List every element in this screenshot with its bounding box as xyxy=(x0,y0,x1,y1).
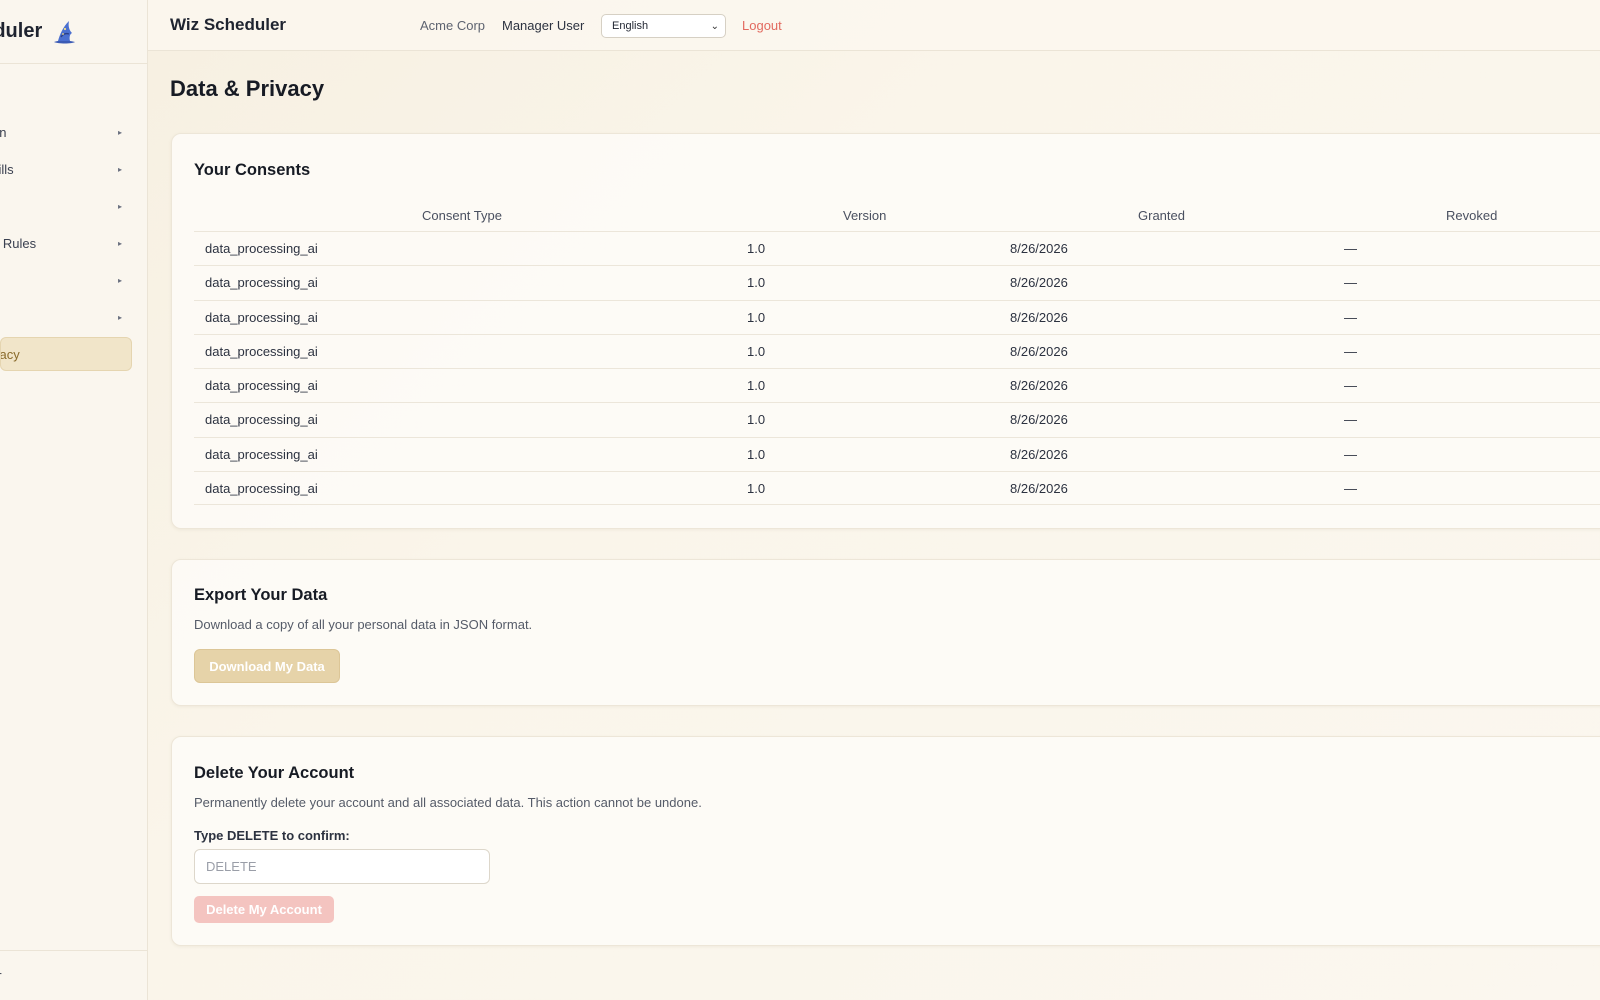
delete-title: Delete Your Account xyxy=(194,764,355,782)
export-description: Download a copy of all your personal dat… xyxy=(194,617,533,632)
granted-date-cell: 8/26/2026 xyxy=(1010,241,1068,256)
consent-type-cell: data_processing_ai xyxy=(205,481,318,497)
version-cell: 1.0 xyxy=(747,446,766,462)
app-title: Wiz Scheduler xyxy=(170,15,287,34)
revoked-cell: — xyxy=(1344,343,1357,359)
sidebar-item-6[interactable]: ▸ xyxy=(0,300,132,334)
user-name: Manager User xyxy=(502,17,585,33)
consents-table-header: Consent Type Version Granted Revoked xyxy=(194,206,1600,228)
version-cell: 1.0 xyxy=(747,378,766,394)
wizard-hat-icon xyxy=(54,20,76,43)
sidebar-item-5[interactable]: g▸ xyxy=(0,263,132,297)
granted-date-cell: 8/26/2026 xyxy=(1010,343,1068,359)
delete-account-card: Delete Your Account Permanently delete y… xyxy=(171,736,1600,946)
export-title: Export Your Data xyxy=(194,586,328,604)
sidebar-item-0[interactable]: d xyxy=(0,78,132,112)
consents-title: Your Consents xyxy=(194,161,311,179)
sidebar-item-label: kills xyxy=(0,161,14,177)
revoked-cell: — xyxy=(1344,446,1357,462)
column-header-revoked: Revoked xyxy=(1446,208,1498,223)
column-header-consent-type: Consent Type xyxy=(422,208,502,223)
sidebar-item-label: g Rules xyxy=(0,235,37,251)
sidebar-item-1[interactable]: on ▸ xyxy=(0,115,132,149)
caret-right-icon: ▸ xyxy=(117,201,122,211)
revoked-cell: — xyxy=(1344,378,1357,394)
granted-date-cell: 8/26/2026 xyxy=(1010,309,1068,325)
top-bar: Wiz Scheduler Acme Corp Manager User Eng… xyxy=(148,0,1600,51)
table-row: data_processing_ai 1.0 8/26/2026 — xyxy=(194,265,1600,299)
download-data-button[interactable]: Download My Data xyxy=(194,649,340,683)
revoked-cell: — xyxy=(1344,275,1357,291)
caret-right-icon: ▸ xyxy=(117,238,122,248)
granted-date-cell: 8/26/2026 xyxy=(1010,378,1068,394)
consents-card: Your Consents Consent Type Version Grant… xyxy=(171,133,1600,529)
language-select[interactable]: English ⌄ xyxy=(601,14,726,38)
column-header-granted: Granted xyxy=(1138,208,1185,223)
confirm-delete-label: Type DELETE to confirm: xyxy=(194,828,350,843)
sidebar-item-3[interactable]: ▸ xyxy=(0,189,132,223)
version-cell: 1.0 xyxy=(747,275,766,291)
sidebar-item-7[interactable]: vacy xyxy=(0,337,132,371)
version-cell: 1.0 xyxy=(747,309,766,325)
table-row: data_processing_ai 1.0 8/26/2026 — xyxy=(194,231,1600,265)
revoked-cell: — xyxy=(1344,481,1357,497)
sidebar-footer[interactable]: er xyxy=(0,950,148,1000)
sidebar-item-label: on xyxy=(0,124,7,140)
sidebar-item-4[interactable]: g Rules ▸ xyxy=(0,226,132,260)
sidebar-footer-label: er xyxy=(0,968,2,983)
granted-date-cell: 8/26/2026 xyxy=(1010,412,1068,428)
consent-type-cell: data_processing_ai xyxy=(205,309,318,325)
sidebar: heduler don▸kills▸▸g Rules▸g▸▸vacy er xyxy=(0,0,148,1000)
version-cell: 1.0 xyxy=(747,241,766,256)
chevron-down-icon: ⌄ xyxy=(710,20,719,32)
sidebar-nav: don▸kills▸▸g Rules▸g▸▸vacy xyxy=(0,78,148,374)
revoked-cell: — xyxy=(1344,309,1357,325)
language-select-value: English xyxy=(612,20,649,32)
revoked-cell: — xyxy=(1344,412,1357,428)
sidebar-item-label: vacy xyxy=(0,346,20,362)
granted-date-cell: 8/26/2026 xyxy=(1010,481,1068,497)
sidebar-item-2[interactable]: kills ▸ xyxy=(0,152,132,186)
granted-date-cell: 8/26/2026 xyxy=(1010,275,1068,291)
caret-right-icon: ▸ xyxy=(117,164,122,174)
sidebar-brand[interactable]: heduler xyxy=(0,0,148,64)
table-row: data_processing_ai 1.0 8/26/2026 — xyxy=(194,436,1600,471)
page-title: Data & Privacy xyxy=(170,76,325,101)
granted-date-cell: 8/26/2026 xyxy=(1010,446,1068,462)
logout-link[interactable]: Logout xyxy=(742,18,782,33)
consent-type-cell: data_processing_ai xyxy=(205,241,318,256)
confirm-delete-input[interactable] xyxy=(194,849,490,884)
version-cell: 1.0 xyxy=(747,343,766,359)
delete-account-button[interactable]: Delete My Account xyxy=(194,896,334,923)
delete-description: Permanently delete your account and all … xyxy=(194,795,702,810)
column-header-version: Version xyxy=(843,208,887,223)
table-row: data_processing_ai 1.0 8/26/2026 — xyxy=(194,471,1600,506)
caret-right-icon: ▸ xyxy=(117,312,122,322)
version-cell: 1.0 xyxy=(747,481,766,497)
table-row: data_processing_ai 1.0 8/26/2026 — xyxy=(194,402,1600,436)
consent-type-cell: data_processing_ai xyxy=(205,378,318,394)
consent-type-cell: data_processing_ai xyxy=(205,343,318,359)
consent-type-cell: data_processing_ai xyxy=(205,275,318,291)
consent-type-cell: data_processing_ai xyxy=(205,412,318,428)
brand-name: heduler xyxy=(0,20,43,42)
consents-table-body: data_processing_ai 1.0 8/26/2026— data_proc… xyxy=(194,231,1600,506)
caret-right-icon: ▸ xyxy=(117,275,122,285)
export-data-card: Export Your Data Download a copy of all … xyxy=(171,559,1600,706)
consent-type-cell: data_processing_ai xyxy=(205,446,318,462)
revoked-cell: — xyxy=(1344,241,1357,256)
table-row: data_processing_ai 1.0 8/26/2026 — xyxy=(194,368,1600,402)
organization-name: Acme Corp xyxy=(420,17,486,33)
version-cell: 1.0 xyxy=(747,412,766,428)
caret-right-icon: ▸ xyxy=(117,127,122,137)
table-row: data_processing_ai 1.0 8/26/2026 — xyxy=(194,333,1600,368)
table-row: data_processing_ai 1.0 8/26/2026 — xyxy=(194,299,1600,334)
